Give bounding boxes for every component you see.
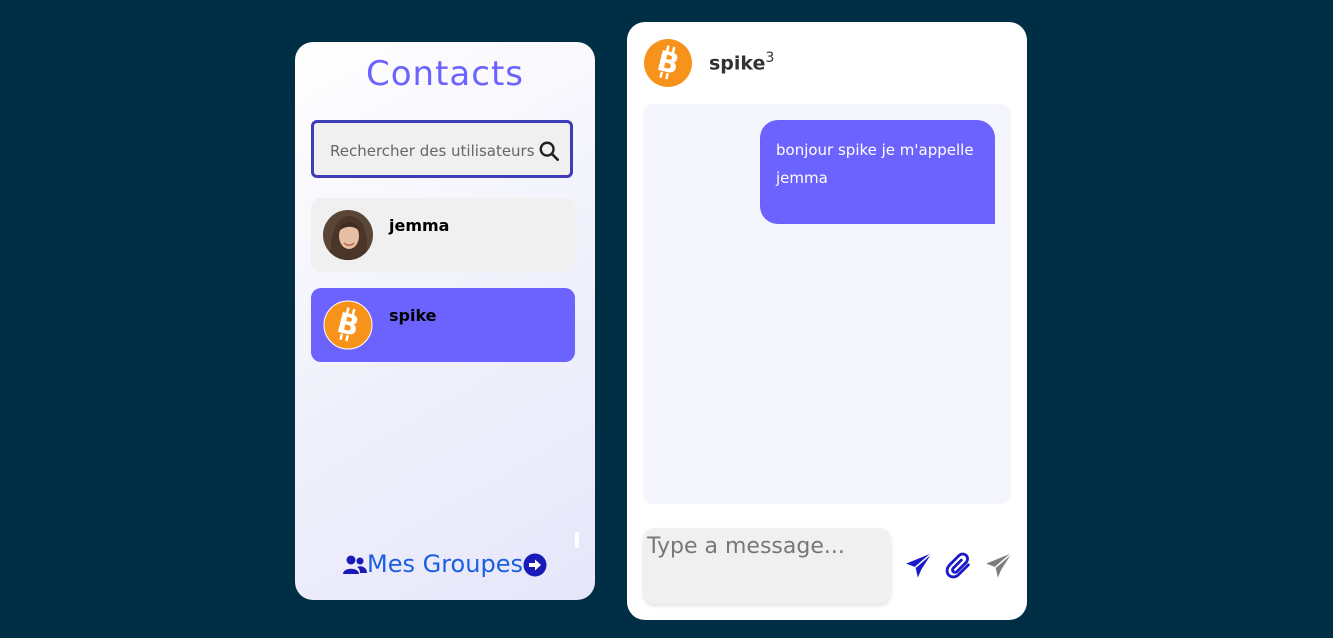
chat-panel: B spike3 bonjour spike je m'appelle jemm… <box>627 22 1027 620</box>
contact-name: spike <box>389 306 437 325</box>
send-alt-icon[interactable] <box>985 552 1013 580</box>
paperclip-icon[interactable] <box>945 552 973 580</box>
contacts-panel: Contacts jemma B <box>295 42 595 600</box>
send-icon[interactable] <box>905 552 933 580</box>
message-count: 3 <box>765 50 775 66</box>
contacts-title: Contacts <box>366 54 524 94</box>
chat-contact-name: spike3 <box>709 50 774 74</box>
contact-item-jemma[interactable]: jemma <box>311 198 575 272</box>
scrollbar[interactable] <box>575 532 579 548</box>
avatar: B <box>323 300 373 350</box>
bitcoin-icon: B <box>644 39 692 87</box>
arrow-right-circle-icon <box>523 553 547 577</box>
bitcoin-icon: B <box>323 300 373 350</box>
message-input[interactable] <box>645 532 889 600</box>
avatar <box>323 210 373 260</box>
search-icon[interactable] <box>538 140 560 162</box>
search-input[interactable] <box>328 137 538 165</box>
groups-label: Mes Groupes <box>367 550 523 578</box>
chat-contact-name-text: spike <box>709 52 766 75</box>
contact-name: jemma <box>389 216 450 235</box>
message-composer[interactable] <box>643 528 891 604</box>
message-list: bonjour spike je m'appelle jemma <box>643 104 1011 504</box>
search-box[interactable] <box>311 120 573 178</box>
users-icon <box>343 555 368 574</box>
groups-link[interactable]: Mes Groupes <box>295 550 595 578</box>
message-bubble-sent: bonjour spike je m'appelle jemma <box>760 120 995 224</box>
contact-item-spike[interactable]: B spike <box>311 288 575 362</box>
